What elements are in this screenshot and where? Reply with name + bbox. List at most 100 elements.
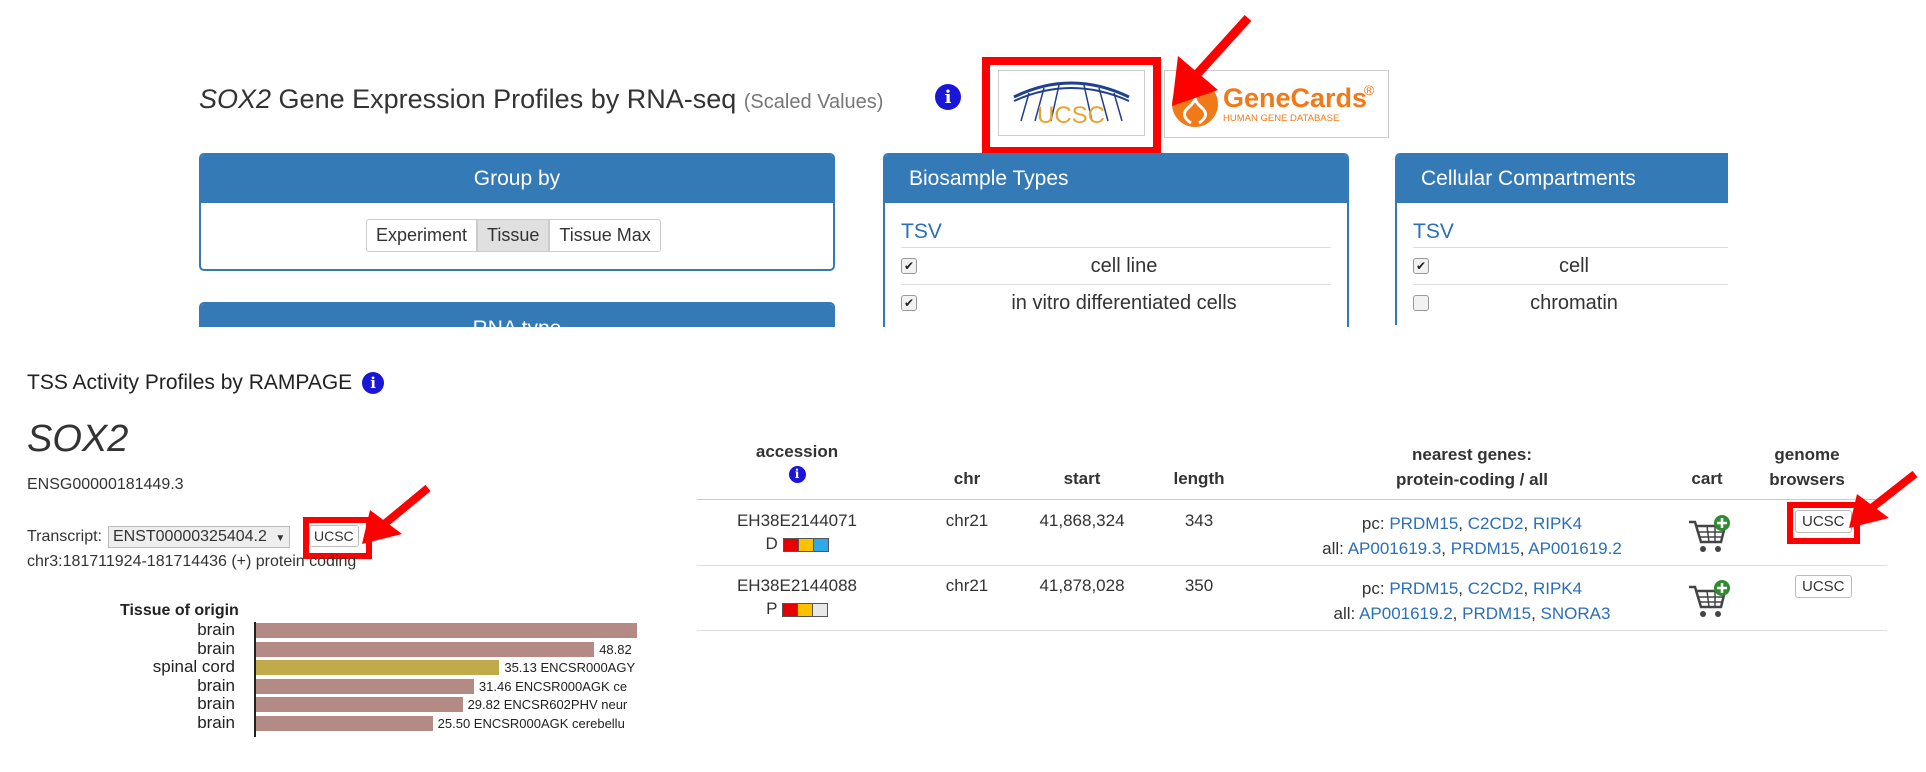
group-by-tissue-max[interactable]: Tissue Max: [549, 219, 661, 252]
chart-value-label: 31.46 ENCSR000AGK ce: [478, 678, 628, 694]
locus-text: chr3:181711924-181714436 (+) protein cod…: [27, 553, 357, 570]
chart-value-label: 25.50 ENCSR000AGK cerebellu: [437, 715, 625, 731]
length-cell: 343: [1184, 511, 1214, 530]
gene-link[interactable]: AP001619.3: [1348, 539, 1442, 558]
tss-gene-title: SOX2: [27, 418, 129, 460]
compartment-label: chromatin: [1530, 291, 1618, 314]
results-table: accession i chr start length nearest gen…: [697, 440, 1887, 640]
compartments-title: Cellular Compartments: [1397, 155, 1728, 203]
compartment-checkbox[interactable]: ✔: [1413, 258, 1429, 274]
red-arrow-icon: [1849, 470, 1918, 528]
chart-bar[interactable]: [256, 641, 595, 657]
group-color-swatch: [797, 537, 814, 552]
ucsc-bridge-icon: UCSC: [1013, 81, 1130, 129]
info-icon[interactable]: i: [935, 84, 961, 110]
chart-bar[interactable]: [256, 715, 433, 731]
compartments-tsv-link[interactable]: TSV: [1413, 220, 1728, 247]
accession-header-text: accession: [755, 442, 839, 461]
chart-category-label: brain: [197, 622, 235, 639]
chart-bar[interactable]: [256, 660, 500, 675]
compartments-clip: Cellular Compartments TSV ✔ cell chromat…: [1395, 153, 1728, 325]
scaled-values-label: (Scaled Values): [743, 91, 884, 113]
gene-link[interactable]: C2CD2: [1468, 514, 1524, 533]
tissue-chart: brain brain 48.82 spinal cord 35.13 ENCSR000…: [92, 622, 637, 737]
gene-link[interactable]: RIPK4: [1533, 514, 1582, 533]
transcript-row: Transcript: ENST00000325404.2 ▼: [27, 526, 291, 548]
length-cell: 350: [1184, 576, 1214, 595]
ucsc-browser-button[interactable]: UCSC: [1795, 575, 1852, 598]
group-by-tissue[interactable]: Tissue: [477, 219, 550, 252]
table-row: EH38E2144088 P chr21 41,878,028 350 pc: …: [697, 565, 1887, 631]
transcript-select-value: ENST00000325404.2: [112, 528, 267, 545]
biosample-row: ✔ cell line: [901, 247, 1331, 285]
gene-link[interactable]: C2CD2: [1468, 579, 1524, 598]
nearest-genes-cell: pc: PRDM15, C2CD2, RIPK4 all: AP001619.2…: [1333, 579, 1611, 623]
genecards-registered: ®: [1364, 82, 1375, 98]
gene-link[interactable]: PRDM15: [1451, 539, 1520, 558]
ucsc-logo-button[interactable]: UCSC: [998, 70, 1145, 136]
compartment-row: chromatin: [1413, 285, 1728, 321]
col-header-cart: cart: [1691, 469, 1723, 488]
gene-link[interactable]: PRDM15: [1389, 579, 1458, 598]
gene-link[interactable]: AP001619.2: [1359, 604, 1453, 623]
gene-link[interactable]: PRDM15: [1389, 514, 1458, 533]
group-color-swatch: [782, 537, 799, 552]
gene-link[interactable]: SNORA3: [1541, 604, 1611, 623]
pc-label: pc:: [1361, 514, 1385, 533]
group-color-swatch: [812, 537, 829, 552]
nearest-header-line2: protein-coding / all: [1395, 470, 1549, 489]
group-color-swatch: [781, 602, 798, 617]
nearest-header-line1: nearest genes:: [1412, 445, 1532, 464]
rna-type-title: RNA type: [201, 304, 833, 327]
gene-symbol: SOX2: [199, 84, 272, 114]
group-by-buttons: Experiment Tissue Tissue Max: [366, 219, 833, 252]
group-by-experiment[interactable]: Experiment: [366, 219, 478, 252]
ensembl-id: ENSG00000181449.3: [27, 476, 184, 493]
accession-cell: EH38E2144071 D: [697, 511, 897, 554]
chart-bar[interactable]: [256, 623, 637, 638]
gene-link[interactable]: AP001619.2: [1528, 539, 1622, 558]
chart-category-label: spinal cord: [152, 657, 235, 676]
genome-header-line2: browsers: [1769, 470, 1845, 489]
cart-add-icon[interactable]: [1687, 579, 1731, 624]
chart-bar[interactable]: [256, 697, 463, 712]
tss-heading-text: TSS Activity Profiles by RAMPAGE: [27, 371, 353, 394]
all-label: all:: [1333, 604, 1356, 623]
biosample-tsv-link[interactable]: TSV: [901, 220, 1331, 247]
info-icon[interactable]: i: [788, 465, 806, 483]
biosample-types-panel: Biosample Types TSV ✔ cell line ✔ in vit…: [883, 153, 1349, 327]
ucsc-transcript-button[interactable]: UCSC: [309, 525, 359, 547]
accession-id[interactable]: EH38E2144071: [697, 511, 897, 531]
gene-link[interactable]: RIPK4: [1533, 579, 1582, 598]
group-color-swatch: [811, 602, 828, 617]
biosample-checkbox[interactable]: ✔: [901, 258, 917, 274]
biosample-label: cell line: [1090, 254, 1158, 277]
chart-title: Tissue of origin: [120, 602, 239, 619]
col-header-nearest-genes: nearest genes: protein-coding / all: [1277, 442, 1667, 492]
biosample-types-title: Biosample Types: [885, 155, 1347, 203]
chevron-down-icon: ▼: [275, 533, 286, 544]
accession-id[interactable]: EH38E2144088: [697, 576, 897, 596]
group-badge: D: [697, 534, 897, 554]
chart-category-label: brain: [197, 638, 235, 658]
tss-heading: TSS Activity Profiles by RAMPAGE i: [27, 371, 385, 395]
gene-link[interactable]: PRDM15: [1462, 604, 1531, 623]
compartment-label: cell: [1558, 254, 1589, 277]
cart-add-icon[interactable]: [1687, 514, 1731, 559]
cellular-compartments-panel: Cellular Compartments TSV ✔ cell chromat…: [1395, 153, 1728, 325]
info-icon[interactable]: i: [362, 372, 385, 395]
chart-bar[interactable]: [256, 678, 474, 694]
compartment-row: ✔ cell: [1413, 247, 1728, 285]
compartment-checkbox[interactable]: [1413, 295, 1429, 311]
rna-type-panel: RNA type: [199, 302, 835, 327]
chart-category-label: brain: [197, 675, 235, 695]
transcript-select[interactable]: ENST00000325404.2 ▼: [107, 526, 291, 548]
chart-value-label: 29.82 ENCSR602PHV neur: [467, 697, 628, 712]
col-header-accession: accession i: [697, 442, 897, 483]
ucsc-logo-text: UCSC: [1037, 102, 1105, 129]
genome-header-line1: genome: [1774, 445, 1840, 464]
group-color-swatch: [796, 602, 813, 617]
chart-category-label: brain: [197, 694, 235, 713]
group-by-panel: Group by Experiment Tissue Tissue Max: [199, 153, 835, 271]
biosample-checkbox[interactable]: ✔: [901, 295, 917, 311]
